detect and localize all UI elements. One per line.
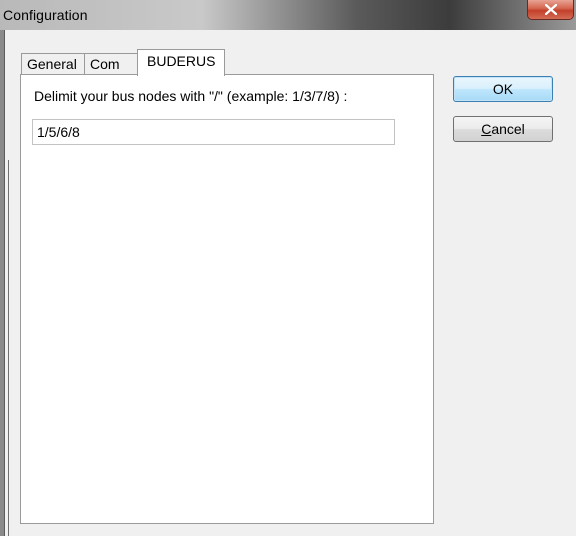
window-left-border [0, 30, 5, 536]
cancel-accelerator: C [481, 120, 492, 137]
cancel-button[interactable]: Cancel [453, 116, 553, 142]
ok-button[interactable]: OK [453, 76, 553, 102]
buderus-tab-panel: Delimit your bus nodes with "/" (example… [20, 74, 434, 524]
tab-buderus[interactable]: BUDERUS [137, 49, 225, 76]
configuration-dialog: Configuration General Com BUDERUS Delimi… [0, 0, 576, 536]
close-button[interactable] [527, 0, 574, 20]
bus-nodes-instruction: Delimit your bus nodes with "/" (example… [34, 88, 348, 104]
tab-com-label: Com [90, 56, 120, 72]
tab-buderus-label: BUDERUS [147, 53, 216, 69]
window-left-divider [8, 160, 9, 536]
cancel-label-rest: ancel [491, 120, 525, 137]
bus-nodes-input[interactable] [32, 119, 395, 145]
close-icon [545, 4, 557, 15]
tab-com[interactable]: Com [84, 53, 138, 75]
tab-general-label: General [27, 56, 77, 72]
window-title: Configuration [3, 7, 88, 23]
tab-general[interactable]: General [21, 53, 85, 75]
title-bar[interactable]: Configuration [0, 0, 576, 30]
